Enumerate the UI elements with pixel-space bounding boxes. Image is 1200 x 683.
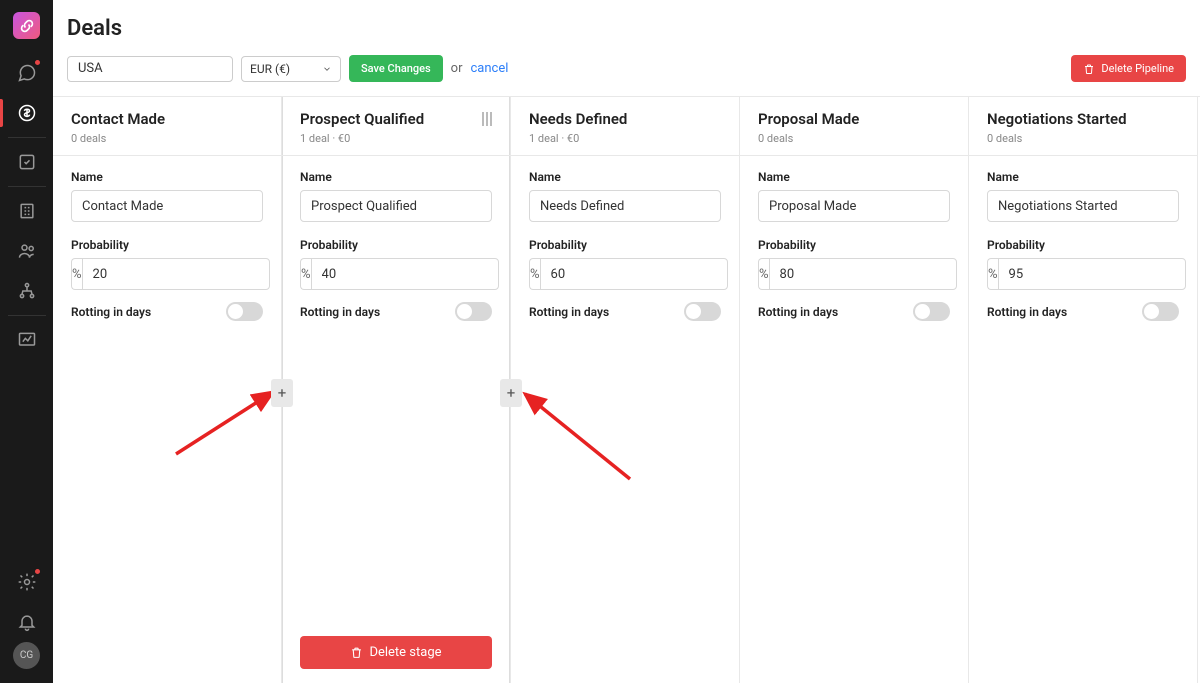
- currency-select[interactable]: EUR (€): [241, 56, 341, 82]
- rotting-label: Rotting in days: [529, 305, 609, 319]
- sidebar-deals[interactable]: [0, 93, 53, 133]
- percent-prefix: %: [758, 258, 769, 290]
- sidebar-org[interactable]: [0, 271, 53, 311]
- stage-title: Proposal Made: [758, 110, 859, 128]
- rotting-toggle[interactable]: [913, 302, 950, 321]
- pipeline-stage: Proposal Made 0 deals Name Probability %…: [740, 97, 969, 683]
- chevron-down-icon: [322, 64, 332, 74]
- name-label: Name: [758, 170, 950, 184]
- sidebar-chat[interactable]: [0, 53, 53, 93]
- name-label: Name: [529, 170, 721, 184]
- add-stage-button[interactable]: +: [500, 379, 522, 407]
- pipeline-name-input[interactable]: [67, 56, 233, 82]
- probability-input[interactable]: [769, 258, 957, 290]
- page-title: Deals: [67, 16, 1186, 41]
- name-label: Name: [987, 170, 1179, 184]
- rotting-label: Rotting in days: [300, 305, 380, 319]
- stage-name-input[interactable]: [529, 190, 721, 222]
- probability-label: Probability: [758, 238, 950, 252]
- rotting-label: Rotting in days: [71, 305, 151, 319]
- stage-sub: 0 deals: [987, 132, 1179, 145]
- pipeline-stage: Negotiations Started 0 deals Name Probab…: [969, 97, 1198, 683]
- pipeline-stage: Contact Made 0 deals Name Probability % …: [53, 97, 282, 683]
- sidebar-settings[interactable]: [0, 562, 53, 602]
- sidebar-people[interactable]: [0, 231, 53, 271]
- probability-label: Probability: [987, 238, 1179, 252]
- save-button[interactable]: Save Changes: [349, 55, 443, 82]
- stage-title: Contact Made: [71, 110, 165, 128]
- sidebar-tasks[interactable]: [0, 142, 53, 182]
- delete-pipeline-button[interactable]: Delete Pipeline: [1071, 55, 1186, 82]
- notification-dot: [34, 568, 41, 575]
- rotting-toggle[interactable]: [684, 302, 721, 321]
- rotting-label: Rotting in days: [987, 305, 1067, 319]
- notification-dot: [34, 59, 41, 66]
- percent-prefix: %: [71, 258, 82, 290]
- stage-sub: 0 deals: [71, 132, 263, 145]
- probability-label: Probability: [300, 238, 492, 252]
- stage-name-input[interactable]: [71, 190, 263, 222]
- sidebar-company[interactable]: [0, 191, 53, 231]
- name-label: Name: [300, 170, 492, 184]
- app-logo[interactable]: [13, 12, 40, 39]
- probability-input[interactable]: [540, 258, 728, 290]
- stage-sub: 0 deals: [758, 132, 950, 145]
- pipeline-stage: Needs Defined 1 deal · €0 Name Probabili…: [511, 97, 740, 683]
- probability-input[interactable]: [82, 258, 270, 290]
- probability-input[interactable]: [998, 258, 1186, 290]
- pipeline-stage: Prospect Qualified 1 deal · €0 Name Prob…: [282, 97, 511, 683]
- probability-label: Probability: [529, 238, 721, 252]
- sidebar: CG: [0, 0, 53, 683]
- probability-label: Probability: [71, 238, 263, 252]
- percent-prefix: %: [300, 258, 311, 290]
- stage-sub: 1 deal · €0: [300, 132, 492, 145]
- rotting-toggle[interactable]: [455, 302, 492, 321]
- add-stage-button[interactable]: +: [271, 379, 293, 407]
- trash-icon: [1083, 63, 1095, 75]
- stage-sub: 1 deal · €0: [529, 132, 721, 145]
- stage-name-input[interactable]: [758, 190, 950, 222]
- currency-value: EUR (€): [250, 62, 290, 76]
- trash-icon: [350, 646, 363, 659]
- percent-prefix: %: [529, 258, 540, 290]
- sidebar-notifications[interactable]: [0, 602, 53, 642]
- stage-title: Needs Defined: [529, 110, 627, 128]
- or-text: or: [451, 61, 463, 76]
- percent-prefix: %: [987, 258, 998, 290]
- rotting-toggle[interactable]: [1142, 302, 1179, 321]
- pipeline-columns: Contact Made 0 deals Name Probability % …: [53, 96, 1200, 683]
- user-avatar[interactable]: CG: [13, 642, 40, 669]
- drag-handle-icon[interactable]: [482, 112, 492, 126]
- name-label: Name: [71, 170, 263, 184]
- stage-title: Prospect Qualified: [300, 110, 424, 128]
- delete-stage-button[interactable]: Delete stage: [300, 636, 492, 669]
- stage-name-input[interactable]: [300, 190, 492, 222]
- rotting-label: Rotting in days: [758, 305, 838, 319]
- rotting-toggle[interactable]: [226, 302, 263, 321]
- cancel-link[interactable]: cancel: [471, 61, 509, 76]
- probability-input[interactable]: [311, 258, 499, 290]
- stage-title: Negotiations Started: [987, 110, 1127, 128]
- stage-name-input[interactable]: [987, 190, 1179, 222]
- sidebar-reports[interactable]: [0, 320, 53, 360]
